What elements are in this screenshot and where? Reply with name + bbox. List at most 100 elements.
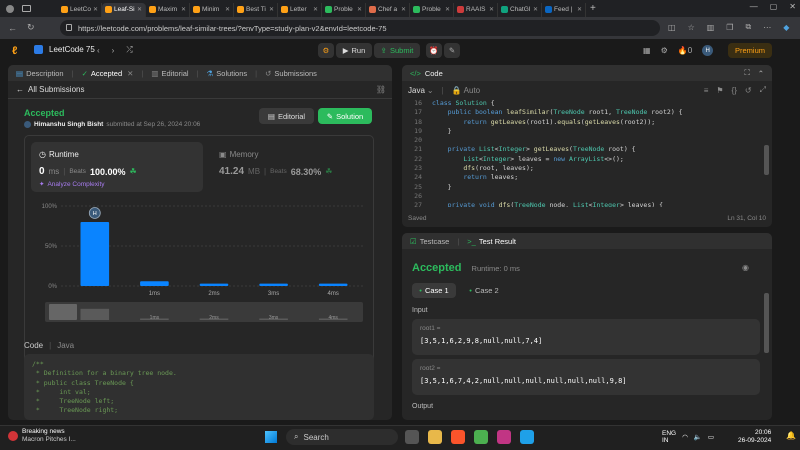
profile-icon[interactable]	[6, 4, 14, 13]
editorial-button[interactable]: ▤ Editorial	[259, 108, 314, 124]
streak[interactable]: 🔥0	[678, 46, 692, 55]
settings-icon[interactable]: ⚙	[661, 46, 668, 55]
debug-button[interactable]: ⚙	[318, 43, 334, 58]
edge-icon[interactable]	[520, 430, 534, 444]
analyze-complexity-link[interactable]: ✦ Analyze Complexity	[39, 180, 105, 189]
close-tab-icon[interactable]: ✕	[137, 6, 142, 13]
taskbar-search[interactable]: ⌕ Search	[286, 429, 398, 445]
close-tab-icon[interactable]: ✕	[93, 6, 98, 13]
close-tab-icon[interactable]: ✕	[357, 6, 362, 13]
read-aloud-icon[interactable]: ◫	[668, 23, 676, 32]
next-problem-icon[interactable]: ›	[112, 46, 115, 55]
editor-code-area[interactable]: 16 class Solution {17 public boolean leaf…	[402, 99, 762, 207]
avatar[interactable]: H	[702, 45, 714, 56]
left-tab-accepted[interactable]: ✓ Accepted ✕	[82, 69, 134, 78]
browser-tab[interactable]: Proble ✕	[410, 2, 454, 17]
close-tab-icon[interactable]: ✕	[577, 6, 582, 13]
browser-tab[interactable]: Leaf-Si ✕	[102, 2, 146, 17]
all-submissions-link[interactable]: ← All Submissions	[16, 85, 84, 94]
copilot-icon[interactable]: ◆	[783, 23, 789, 32]
shuffle-icon[interactable]: ⤮	[126, 45, 132, 55]
prev-problem-icon[interactable]: ‹	[97, 46, 100, 55]
tab-actions-icon[interactable]	[22, 5, 31, 12]
news-widget[interactable]: Breaking news Macron Pitches I...	[8, 428, 76, 444]
task-view-icon[interactable]	[405, 430, 419, 444]
chrome-icon[interactable]	[474, 430, 488, 444]
browser-tab[interactable]: Maxim ✕	[146, 2, 190, 17]
premium-button[interactable]: Premium	[728, 43, 772, 58]
case-1-tab[interactable]: • Case 1	[412, 283, 456, 298]
close-tab-icon[interactable]: ✕	[225, 6, 230, 13]
timer-icon[interactable]: ⏰	[426, 43, 442, 58]
volume-icon[interactable]: 🔈	[694, 433, 702, 441]
close-tab-icon[interactable]: ✕	[445, 6, 450, 13]
run-button[interactable]: ▶ Run	[336, 43, 372, 58]
leetcode-logo-icon[interactable]: ℓ	[12, 45, 17, 57]
close-tab-icon[interactable]: ✕	[313, 6, 318, 13]
browser-tab[interactable]: LeetCo ✕	[58, 2, 102, 17]
memory-card[interactable]: ▣ Memory 41.24 MB | Beats 68.30% ☘	[215, 142, 367, 192]
new-tab-icon[interactable]: +	[590, 3, 596, 14]
study-plan-nav[interactable]: LeetCode 75	[34, 45, 95, 54]
format-icon[interactable]: {}	[732, 86, 737, 95]
close-tab-icon[interactable]: ✕	[181, 6, 186, 13]
close-tab-icon[interactable]: ✕	[401, 6, 406, 13]
close-tab-icon[interactable]: ✕	[269, 6, 274, 13]
minimize-icon[interactable]: —	[750, 2, 758, 11]
auto-toggle[interactable]: 🔒 Auto	[452, 86, 480, 95]
split-icon[interactable]: ▥	[707, 23, 715, 32]
notes-icon[interactable]: ✎	[444, 43, 460, 58]
file-explorer-icon[interactable]	[428, 430, 442, 444]
browser-tab[interactable]: Chef a ✕	[366, 2, 410, 17]
solution-button[interactable]: ✎ Solution	[318, 108, 372, 124]
close-tab-icon[interactable]: ✕	[127, 69, 133, 78]
left-tab-submissions[interactable]: ↺ Submissions	[265, 69, 317, 78]
submit-button[interactable]: ⇪ Submit	[374, 43, 420, 58]
runtime-card[interactable]: ◷ Runtime 0 ms | Beats 100.00% ☘ ✦ Analy…	[31, 142, 203, 192]
tab-testcase[interactable]: ☑ Testcase	[410, 237, 449, 246]
reload-icon[interactable]: ↻	[27, 22, 35, 33]
browser-tab[interactable]: ChatGI ✕	[498, 2, 542, 17]
back-icon[interactable]: ←	[8, 23, 17, 33]
close-tab-icon[interactable]: ✕	[489, 6, 494, 13]
case-2-tab[interactable]: • Case 2	[462, 283, 506, 298]
instagram-icon[interactable]	[497, 430, 511, 444]
menu-icon[interactable]: ≡	[704, 86, 709, 95]
editor-scrollbar[interactable]	[764, 145, 769, 175]
maximize-icon[interactable]: ▢	[770, 2, 778, 11]
close-window-icon[interactable]: ✕	[789, 2, 796, 11]
close-tab-icon[interactable]: ✕	[533, 6, 538, 13]
browser-menu-icon[interactable]: ⋯	[763, 23, 771, 32]
left-tab-solutions[interactable]: ⚗ Solutions	[207, 69, 248, 78]
left-tab-editorial[interactable]: ▥ Editorial	[151, 69, 188, 78]
browser-tab[interactable]: RAAIS ✕	[454, 2, 498, 17]
browser-tab[interactable]: Letter ✕	[278, 2, 322, 17]
clock[interactable]: 20:06 26-09-2024	[738, 429, 771, 445]
battery-icon[interactable]: ▭	[708, 433, 714, 441]
browser-tab[interactable]: Minim ✕	[190, 2, 234, 17]
reset-icon[interactable]: ↺	[745, 86, 752, 95]
url-input[interactable]: https://leetcode.com/problems/leaf-simil…	[60, 20, 660, 36]
wifi-icon[interactable]: ◠	[682, 433, 688, 441]
language-indicator[interactable]: ENG IN	[662, 430, 676, 444]
submitter-name[interactable]: Himanshu Singh Bisht	[34, 121, 103, 128]
collections-icon[interactable]: ❐	[726, 23, 733, 32]
brave-icon[interactable]	[451, 430, 465, 444]
browser-tab[interactable]: Feed | ✕	[542, 2, 586, 17]
extensions-icon[interactable]: ⧉	[745, 22, 751, 32]
fullscreen-icon[interactable]: ⤢	[760, 85, 766, 95]
language-select[interactable]: Java ⌄	[408, 86, 434, 95]
layout-icon[interactable]: ▦	[643, 46, 651, 55]
maximize-editor-icon[interactable]: ⛶	[744, 68, 749, 78]
left-tab-description[interactable]: ▤ Description	[16, 69, 64, 78]
favorites-icon[interactable]: ☆	[688, 23, 695, 32]
notifications-icon[interactable]: 🔔	[786, 431, 796, 440]
browser-tab[interactable]: Proble ✕	[322, 2, 366, 17]
collapse-editor-icon[interactable]: ⌃	[758, 69, 764, 78]
bookmark-icon[interactable]: ⚑	[716, 86, 723, 95]
browser-tab[interactable]: Best Ti ✕	[234, 2, 278, 17]
eye-icon[interactable]: ◉	[742, 263, 749, 272]
tab-test-result[interactable]: >_ Test Result	[467, 237, 516, 246]
windows-start-icon[interactable]	[265, 431, 277, 443]
share-link-icon[interactable]: ⛓	[376, 85, 386, 94]
